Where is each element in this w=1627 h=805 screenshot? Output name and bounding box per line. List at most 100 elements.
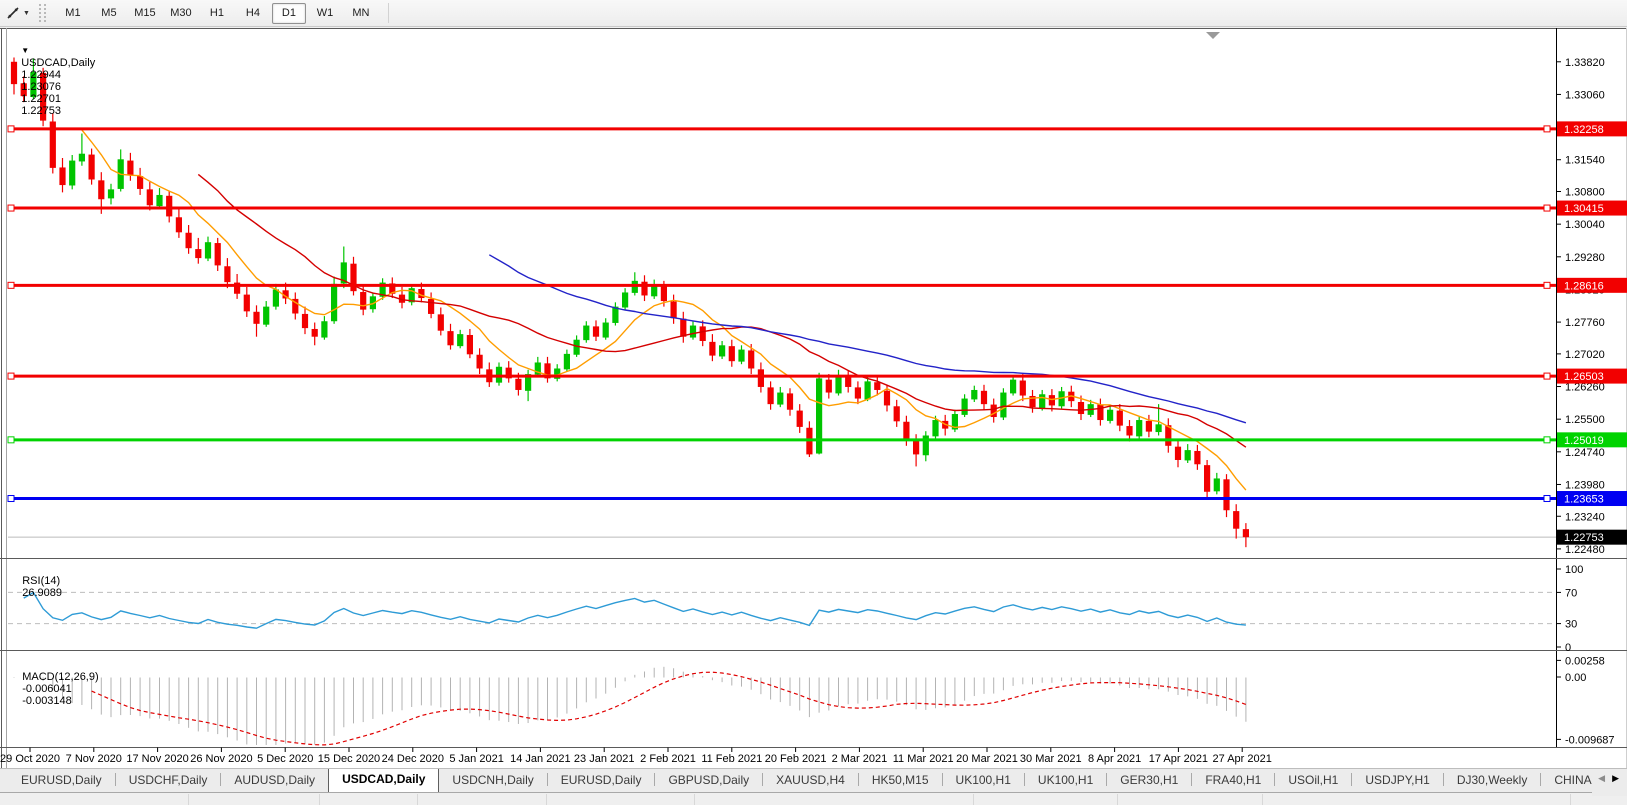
timeframe-button-m15[interactable]: M15 [128, 3, 162, 24]
toolbar-separator [387, 3, 389, 23]
line-anchor[interactable] [1543, 281, 1551, 289]
timeframe-button-d1[interactable]: D1 [271, 2, 306, 24]
date-label: 29 Oct 2020 [0, 753, 60, 765]
chart-tab-xauusd-h4[interactable]: XAUUSD,H4 [763, 770, 858, 792]
price-tick-label: 1.29280 [1565, 252, 1605, 264]
macd-axis-label: 0.00 [1565, 672, 1586, 684]
metatrader-window: { "toolbar": { "timeframes": ["M1","M5",… [0, 0, 1627, 805]
bull-candle [602, 322, 609, 338]
bull-candle [1136, 420, 1143, 437]
panel-column-divider [1570, 794, 1571, 805]
chart-tab-ger30-h1[interactable]: GER30,H1 [1107, 770, 1191, 792]
bear-candle [59, 167, 66, 186]
bear-candle [680, 318, 687, 337]
bull-candle [1213, 478, 1220, 492]
line-anchor[interactable] [7, 204, 15, 212]
date-label: 11 Feb 2021 [701, 753, 762, 765]
chart-tab-hk50-m15[interactable]: HK50,M15 [859, 770, 942, 792]
bear-candle [748, 350, 755, 369]
chart-tab-audusd-daily[interactable]: AUDUSD,Daily [221, 770, 328, 792]
timeframe-button-m5[interactable]: M5 [92, 3, 126, 24]
bull-candle [1184, 450, 1191, 461]
bull-candle [631, 280, 638, 293]
rsi-axis-label: 100 [1565, 564, 1583, 576]
bear-candle [476, 354, 483, 369]
chart-shift-icon[interactable] [1206, 32, 1220, 39]
line-anchor[interactable] [7, 281, 15, 289]
chart-tab-dj30-weekly[interactable]: DJ30,Weekly [1444, 770, 1540, 792]
bear-candle [40, 72, 47, 121]
chart-tab-uk100-h1[interactable]: UK100,H1 [943, 770, 1024, 792]
line-anchor[interactable] [1543, 495, 1551, 503]
timeframe-button-h4[interactable]: H4 [236, 3, 270, 24]
bull-candle [738, 349, 745, 362]
chart-tab-usdcnh-daily[interactable]: USDCNH,Daily [439, 770, 546, 792]
bull-candle [1039, 394, 1046, 409]
chart-tab-eurusd-daily[interactable]: EURUSD,Daily [548, 770, 655, 792]
bear-candle [437, 314, 444, 331]
line-anchor[interactable] [1543, 125, 1551, 133]
line-price-label: 1.26503 [1564, 371, 1604, 383]
chart-tab-usoil-h1[interactable]: USOil,H1 [1275, 770, 1351, 792]
line-anchor[interactable] [1543, 436, 1551, 444]
chart-canvas[interactable]: 1.338201.330601.323001.315401.308001.300… [0, 28, 1627, 768]
bull-candle [835, 375, 842, 394]
bear-candle [699, 326, 706, 341]
bull-candle [583, 325, 590, 341]
bull-candle [622, 292, 629, 308]
timeframe-button-mn[interactable]: MN [344, 3, 378, 24]
bull-candle [651, 285, 658, 297]
chart-tab-usdcad-daily[interactable]: USDCAD,Daily [328, 769, 440, 792]
date-label: 8 Apr 2021 [1088, 753, 1141, 765]
chart-tab-uk100-h1[interactable]: UK100,H1 [1025, 770, 1106, 792]
line-anchor[interactable] [7, 372, 15, 380]
line-anchor[interactable] [1543, 372, 1551, 380]
bear-candle [1242, 529, 1249, 538]
bear-candle [243, 294, 250, 312]
tab-scroll-right-button[interactable]: ▶ [1612, 773, 1619, 783]
date-label: 20 Mar 2021 [956, 753, 1018, 765]
line-anchor[interactable] [7, 436, 15, 444]
bear-candle [224, 266, 231, 283]
chart-cursor-tool[interactable]: ▼ [6, 6, 30, 20]
date-label: 2 Mar 2021 [832, 753, 888, 765]
bear-candle [1194, 450, 1201, 465]
bull-candle [1107, 409, 1114, 421]
bull-candle [263, 306, 270, 325]
bear-candle [1116, 410, 1123, 426]
bull-candle [78, 153, 85, 162]
chart-tab-gbpusd-daily[interactable]: GBPUSD,Daily [655, 770, 762, 792]
rsi-axis-label: 70 [1565, 587, 1577, 599]
timeframe-button-h1[interactable]: H1 [200, 3, 234, 24]
panel-column-divider [973, 794, 974, 805]
timeframe-button-w1[interactable]: W1 [308, 3, 342, 24]
line-anchor[interactable] [1543, 204, 1551, 212]
bear-candle [1077, 401, 1085, 415]
bull-candle [69, 160, 76, 186]
bear-candle [175, 217, 182, 233]
date-label: 30 Mar 2021 [1020, 753, 1082, 765]
line-anchor[interactable] [7, 495, 15, 503]
timeframe-button-m30[interactable]: M30 [164, 3, 198, 24]
panel-column-divider [188, 794, 189, 805]
bear-candle [1145, 420, 1152, 432]
bear-candle [1019, 380, 1026, 396]
timeframe-button-m1[interactable]: M1 [56, 3, 90, 24]
chart-tab-usdjpy-h1[interactable]: USDJPY,H1 [1352, 770, 1442, 792]
price-tick-label: 1.27020 [1565, 349, 1605, 361]
bear-candle [883, 390, 891, 406]
date-label: 20 Feb 2021 [765, 753, 827, 765]
bear-candle [515, 378, 522, 390]
bear-candle [214, 243, 221, 266]
bear-candle [874, 382, 881, 390]
line-anchor[interactable] [7, 125, 15, 133]
date-label: 7 Nov 2020 [66, 753, 122, 765]
chart-tab-fra40-h1[interactable]: FRA40,H1 [1192, 770, 1274, 792]
tab-scroll-left-button[interactable]: ◀ [1598, 773, 1605, 783]
chart-tab-eurusd-daily[interactable]: EURUSD,Daily [8, 770, 115, 792]
bear-candle [185, 232, 192, 249]
bear-candle [253, 311, 260, 324]
chart-tab-usdchf-daily[interactable]: USDCHF,Daily [116, 770, 221, 792]
bull-candle [321, 321, 328, 338]
dropdown-caret-icon[interactable]: ▼ [23, 10, 30, 17]
